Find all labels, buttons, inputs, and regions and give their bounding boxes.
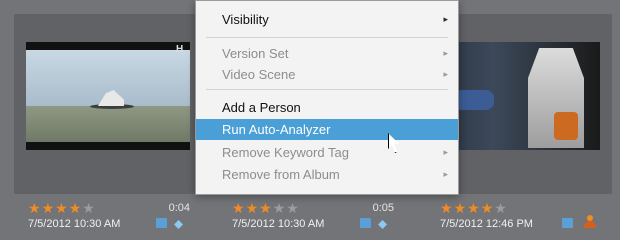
media-tile[interactable]: H <box>14 14 202 194</box>
star-icon[interactable]: ★ <box>55 200 69 216</box>
info-square-icon[interactable] <box>156 218 167 228</box>
submenu-arrow-icon: ▸ <box>443 14 448 24</box>
menu-item-label: Video Scene <box>222 67 296 82</box>
star-icon[interactable]: ★ <box>246 200 260 216</box>
menu-item-visibility[interactable]: Visibility ▸ <box>196 9 458 30</box>
star-icon[interactable]: ★ <box>481 200 495 216</box>
submenu-arrow-icon: ▸ <box>443 169 448 179</box>
star-icon[interactable]: ★ <box>259 200 273 216</box>
duration-label: 0:04 <box>168 202 190 214</box>
menu-item-version-set[interactable]: Version Set ▸ <box>196 43 458 64</box>
thumbnail-badge: H <box>176 44 184 55</box>
star-icon[interactable]: ★ <box>467 200 481 216</box>
menu-item-remove-keyword-tag[interactable]: Remove Keyword Tag ▸ <box>196 142 458 163</box>
location-pin-icon[interactable]: ⬥ <box>174 216 183 232</box>
menu-divider <box>206 89 448 90</box>
star-icon[interactable]: ★ <box>42 200 56 216</box>
menu-item-run-auto-analyzer[interactable]: Run Auto-Analyzer <box>196 119 458 140</box>
submenu-arrow-icon: ▸ <box>443 147 448 157</box>
info-square-icon[interactable] <box>562 218 573 228</box>
star-icon[interactable]: ★ <box>82 200 96 216</box>
date-label: 7/5/2012 10:30 AM <box>28 218 121 230</box>
duration-label: 0:05 <box>372 202 394 214</box>
star-icon[interactable]: ★ <box>273 200 287 216</box>
video-thumbnail[interactable]: H <box>26 42 190 150</box>
menu-item-label: Add a Person <box>222 100 301 115</box>
photo-thumbnail[interactable] <box>436 42 600 150</box>
person-icon[interactable] <box>584 215 596 228</box>
star-icon[interactable]: ★ <box>454 200 468 216</box>
star-rating[interactable]: ★★★★★ <box>232 200 300 217</box>
menu-item-remove-from-album[interactable]: Remove from Album ▸ <box>196 164 458 185</box>
submenu-arrow-icon: ▸ <box>443 69 448 79</box>
date-label: 7/5/2012 10:30 AM <box>232 218 325 230</box>
submenu-arrow-icon: ▸ <box>443 48 448 58</box>
star-icon[interactable]: ★ <box>286 200 300 216</box>
media-meta: ★★★★★ 0:05 7/5/2012 10:30 AM ⬥ <box>232 200 420 236</box>
menu-item-label: Version Set <box>222 46 289 61</box>
menu-item-label: Remove Keyword Tag <box>222 145 349 160</box>
location-pin-icon[interactable]: ⬥ <box>378 216 387 232</box>
date-label: 7/5/2012 12:46 PM <box>440 218 533 230</box>
menu-item-add-a-person[interactable]: Add a Person <box>196 97 458 118</box>
media-meta: ★★★★★ 0:04 7/5/2012 10:30 AM ⬥ <box>28 200 216 236</box>
star-icon[interactable]: ★ <box>28 200 42 216</box>
star-icon[interactable]: ★ <box>232 200 246 216</box>
menu-item-label: Run Auto-Analyzer <box>222 122 331 137</box>
media-meta: ★★★★★ 7/5/2012 12:46 PM <box>440 200 620 236</box>
menu-item-label: Remove from Album <box>222 167 340 182</box>
star-icon[interactable]: ★ <box>69 200 83 216</box>
context-menu: Visibility ▸ Version Set ▸ Video Scene ▸… <box>195 0 459 195</box>
star-icon[interactable]: ★ <box>494 200 508 216</box>
menu-item-label: Visibility <box>222 12 269 27</box>
info-square-icon[interactable] <box>360 218 371 228</box>
star-rating[interactable]: ★★★★★ <box>28 200 96 217</box>
star-rating[interactable]: ★★★★★ <box>440 200 508 217</box>
menu-divider <box>206 37 448 38</box>
menu-item-video-scene[interactable]: Video Scene ▸ <box>196 64 458 85</box>
star-icon[interactable]: ★ <box>440 200 454 216</box>
